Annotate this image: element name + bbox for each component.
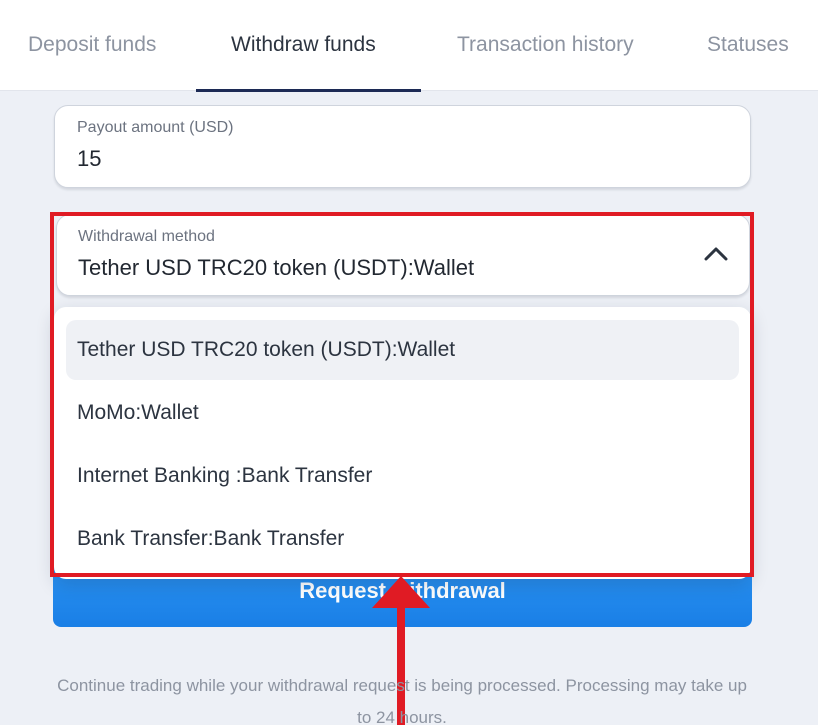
withdrawal-method-select[interactable]: Withdrawal method Tether USD TRC20 token… — [56, 214, 750, 296]
processing-info-note: Continue trading while your withdrawal r… — [57, 676, 747, 725]
active-tab-indicator — [196, 89, 421, 92]
chevron-up-icon[interactable] — [702, 243, 730, 263]
payout-amount-label: Payout amount (USD) — [77, 119, 234, 136]
tab-transaction-history[interactable]: Transaction history — [457, 30, 634, 60]
withdrawal-method-selected-value: Tether USD TRC20 token (USDT):Wallet — [78, 255, 475, 280]
dropdown-option-bank-transfer[interactable]: Bank Transfer:Bank Transfer — [66, 509, 739, 569]
payout-amount-input[interactable] — [77, 146, 677, 172]
payout-amount-field[interactable]: Payout amount (USD) — [54, 105, 751, 188]
tab-deposit-funds[interactable]: Deposit funds — [28, 30, 156, 60]
withdrawal-method-dropdown: Tether USD TRC20 token (USDT):Wallet MoM… — [54, 307, 751, 579]
tab-statuses[interactable]: Statuses — [707, 30, 789, 60]
dropdown-option-internet-banking[interactable]: Internet Banking :Bank Transfer — [66, 446, 739, 506]
tab-withdraw-funds[interactable]: Withdraw funds — [231, 30, 376, 60]
request-withdrawal-label: Request withdrawal — [299, 578, 506, 603]
dropdown-option-momo-wallet[interactable]: MoMo:Wallet — [66, 383, 739, 443]
withdrawal-method-label: Withdrawal method — [78, 228, 215, 245]
tab-bar: Deposit funds Withdraw funds Transaction… — [0, 0, 818, 92]
dropdown-option-usdt-wallet[interactable]: Tether USD TRC20 token (USDT):Wallet — [66, 320, 739, 380]
